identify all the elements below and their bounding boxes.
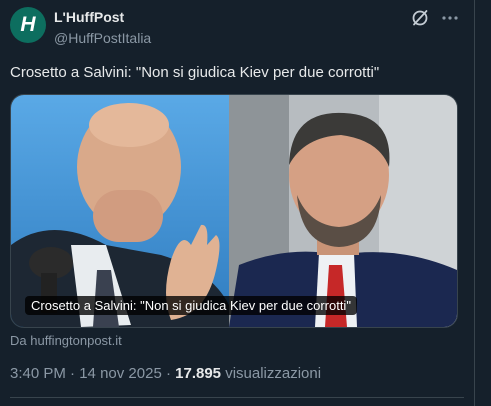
media-caption: Crosetto a Salvini: "Non si giudica Kiev…	[25, 296, 357, 315]
more-icon[interactable]	[440, 8, 460, 28]
avatar[interactable]: H	[10, 7, 46, 43]
tweet-meta: 3:40 PM · 14 nov 2025 · 17.895 visualizz…	[10, 365, 321, 382]
tweet-date[interactable]: 14 nov 2025	[79, 365, 162, 382]
photo-salvini	[229, 95, 457, 327]
views-count: 17.895	[175, 365, 222, 382]
avatar-letter: H	[20, 13, 36, 36]
tweet-card[interactable]: H L'HuffPost @HuffPostItalia Crosetto a …	[0, 0, 475, 406]
author-handle[interactable]: @HuffPostItalia	[54, 30, 151, 46]
meta-separator-2: ·	[165, 365, 171, 382]
meta-separator: ·	[70, 365, 76, 382]
views-label: visualizzazioni	[225, 365, 322, 382]
tweet-media[interactable]: Crosetto a Salvini: "Non si giudica Kiev…	[10, 94, 458, 328]
scrollbar-track[interactable]	[475, 0, 491, 406]
tweet-text: Crosetto a Salvini: "Non si giudica Kiev…	[10, 64, 380, 81]
divider	[10, 397, 464, 398]
grok-icon[interactable]	[410, 8, 430, 28]
author-name[interactable]: L'HuffPost	[54, 9, 124, 25]
tweet-time[interactable]: 3:40 PM	[10, 365, 66, 382]
photo-crosetto	[11, 95, 229, 327]
link-source[interactable]: Da huffingtonpost.it	[10, 333, 122, 348]
